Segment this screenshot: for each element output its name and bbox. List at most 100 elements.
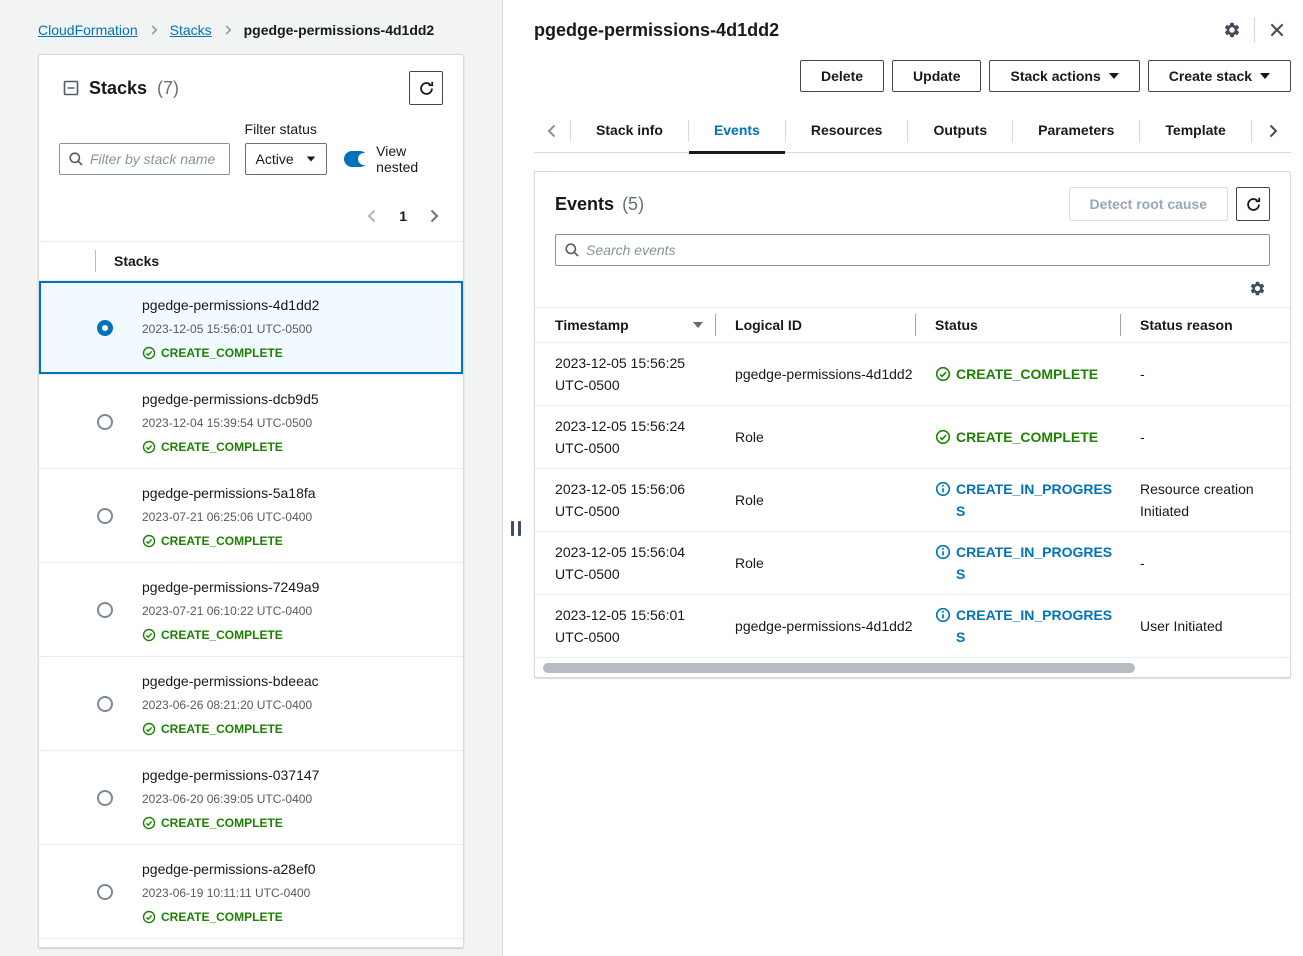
column-header-status[interactable]: Status bbox=[915, 308, 1120, 342]
status-info-icon bbox=[935, 544, 951, 560]
breadcrumb-link-cloudformation[interactable]: CloudFormation bbox=[38, 22, 138, 38]
stack-radio-button[interactable] bbox=[97, 414, 113, 430]
status-success-icon bbox=[142, 346, 156, 360]
events-table-body: 2023-12-05 15:56:25 UTC-0500pgedge-permi… bbox=[535, 343, 1290, 658]
event-status: CREATE_COMPLETE bbox=[915, 417, 1120, 457]
search-icon bbox=[564, 242, 580, 258]
events-card: Events (5) Detect root cause bbox=[534, 171, 1291, 678]
breadcrumb-link-stacks[interactable]: Stacks bbox=[170, 22, 212, 38]
stack-filter-input[interactable] bbox=[59, 143, 230, 175]
event-status-flag: CREATE_COMPLETE bbox=[935, 426, 1120, 448]
current-page-number[interactable]: 1 bbox=[389, 208, 417, 224]
view-nested-toggle[interactable] bbox=[344, 151, 369, 167]
create-stack-dropdown-button[interactable]: Create stack bbox=[1148, 60, 1291, 92]
event-status: CREATE_IN_PROGRESS bbox=[915, 595, 1120, 657]
table-preferences-gear-icon[interactable] bbox=[1249, 280, 1266, 297]
event-status: CREATE_COMPLETE bbox=[915, 354, 1120, 394]
column-header-timestamp[interactable]: Timestamp bbox=[535, 308, 715, 342]
stack-radio-button[interactable] bbox=[97, 602, 113, 618]
stack-item-body: pgedge-permissions-bdeeac 2023-06-26 08:2… bbox=[142, 671, 319, 737]
detail-panel-title: pgedge-permissions-4d1dd2 bbox=[534, 20, 1218, 41]
tab-events[interactable]: Events bbox=[689, 110, 785, 152]
events-card-header: Events (5) Detect root cause bbox=[535, 172, 1290, 234]
tabs-scroll-left-icon[interactable] bbox=[534, 110, 570, 152]
update-button[interactable]: Update bbox=[892, 60, 981, 92]
stack-list-item[interactable]: pgedge-permissions-dcb9d52023-12-04 15:3… bbox=[39, 375, 463, 469]
stack-item-body: pgedge-permissions-dcb9d52023-12-04 15:3… bbox=[142, 389, 319, 455]
panel-preferences-gear-icon[interactable] bbox=[1218, 16, 1246, 44]
stack-created-timestamp: 2023-06-26 08:21:20 UTC-0400 bbox=[142, 697, 319, 713]
status-success-icon bbox=[142, 440, 156, 454]
stack-list-column-header: Stacks bbox=[114, 253, 159, 269]
stack-name: pgedge-permissions-7249a9 bbox=[142, 577, 319, 597]
stack-radio-button[interactable] bbox=[97, 320, 113, 336]
stacks-card-header: Stacks (7) bbox=[39, 55, 463, 115]
delete-button[interactable]: Delete bbox=[800, 60, 884, 92]
status-info-icon bbox=[935, 607, 951, 623]
stack-radio-button[interactable] bbox=[97, 790, 113, 806]
stacks-pane: CloudFormation Stacks pgedge-permissions… bbox=[0, 0, 502, 956]
tab-stack-info[interactable]: Stack info bbox=[571, 110, 688, 152]
stack-list-item[interactable]: pgedge-permissions-bdeeac 2023-06-26 08:2… bbox=[39, 657, 463, 751]
stack-name: pgedge-permissions-037147 bbox=[142, 765, 319, 785]
tab-template[interactable]: Template bbox=[1140, 110, 1250, 152]
column-header-status-reason[interactable]: Status reason bbox=[1120, 308, 1290, 342]
stack-radio-button[interactable] bbox=[97, 884, 113, 900]
stack-name: pgedge-permissions-dcb9d5 bbox=[142, 389, 319, 409]
stack-filter-search bbox=[59, 143, 230, 175]
breadcrumb-current: pgedge-permissions-4d1dd2 bbox=[244, 22, 435, 38]
caret-down-icon bbox=[1109, 73, 1119, 79]
stacks-pagination: 1 bbox=[39, 175, 463, 241]
detect-root-cause-button[interactable]: Detect root cause bbox=[1069, 187, 1228, 221]
stack-status-label: CREATE_COMPLETE bbox=[161, 815, 283, 831]
column-header-logical-id[interactable]: Logical ID bbox=[715, 308, 915, 342]
refresh-stacks-button[interactable] bbox=[409, 71, 443, 105]
refresh-events-button[interactable] bbox=[1236, 187, 1270, 221]
tabs-scroll-right-icon[interactable] bbox=[1255, 110, 1291, 152]
tab-outputs[interactable]: Outputs bbox=[908, 110, 1012, 152]
event-status-label: CREATE_IN_PROGRESS bbox=[956, 604, 1120, 648]
stack-radio-button[interactable] bbox=[97, 696, 113, 712]
collapse-panel-icon[interactable] bbox=[63, 80, 79, 96]
events-search-input[interactable] bbox=[555, 234, 1270, 266]
stack-list: pgedge-permissions-4d1dd22023-12-05 15:5… bbox=[39, 281, 463, 947]
event-logical-id: Role bbox=[715, 480, 915, 520]
event-status-reason: - bbox=[1120, 417, 1290, 457]
event-status-reason: - bbox=[1120, 543, 1290, 583]
horizontal-scrollbar-thumb[interactable] bbox=[543, 663, 1135, 673]
status-success-icon bbox=[142, 910, 156, 924]
close-panel-icon[interactable] bbox=[1263, 16, 1291, 44]
status-success-icon bbox=[935, 429, 951, 445]
event-status-label: CREATE_COMPLETE bbox=[956, 363, 1098, 385]
stack-status: CREATE_COMPLETE bbox=[142, 909, 316, 925]
tab-parameters[interactable]: Parameters bbox=[1013, 110, 1139, 152]
stack-actions-dropdown-button[interactable]: Stack actions bbox=[989, 60, 1139, 92]
filter-status-select[interactable]: Active bbox=[245, 143, 327, 175]
panel-resize-handle[interactable] bbox=[511, 521, 521, 536]
stacks-filters: Filter status Active View nested bbox=[39, 115, 463, 175]
stack-list-item[interactable]: pgedge-permissions-4d1dd22023-12-05 15:5… bbox=[39, 281, 463, 375]
stack-list-item[interactable]: pgedge-permissions-7249a9 2023-07-21 06:1… bbox=[39, 563, 463, 657]
event-row: 2023-12-05 15:56:01 UTC-0500pgedge-permi… bbox=[535, 595, 1290, 658]
event-status: CREATE_IN_PROGRESS bbox=[915, 469, 1120, 531]
stack-name: pgedge-permissions-a28ef0 bbox=[142, 859, 316, 879]
previous-page-button[interactable] bbox=[361, 205, 383, 227]
stack-list-item[interactable]: pgedge-permissions-a28ef02023-06-19 10:1… bbox=[39, 845, 463, 939]
stack-created-timestamp: 2023-07-21 06:10:22 UTC-0400 bbox=[142, 603, 319, 619]
stack-status: CREATE_COMPLETE bbox=[142, 439, 319, 455]
event-logical-id: pgedge-permissions-4d1dd2 bbox=[715, 606, 915, 646]
stack-list-item[interactable]: pgedge-permissions-0371472023-06-20 06:3… bbox=[39, 751, 463, 845]
stacks-title: Stacks bbox=[89, 78, 147, 99]
status-info-icon bbox=[935, 481, 951, 497]
event-status-reason: - bbox=[1120, 354, 1290, 394]
tab-resources[interactable]: Resources bbox=[786, 110, 908, 152]
status-success-icon bbox=[935, 366, 951, 382]
stack-name: pgedge-permissions-bdeeac bbox=[142, 671, 319, 691]
next-page-button[interactable] bbox=[423, 205, 445, 227]
stack-status: CREATE_COMPLETE bbox=[142, 345, 319, 361]
stack-list-item[interactable]: pgedge-permissions-5a18fa2023-07-21 06:2… bbox=[39, 469, 463, 563]
stack-status: CREATE_COMPLETE bbox=[142, 815, 319, 831]
stack-radio-button[interactable] bbox=[97, 508, 113, 524]
stack-item-body: pgedge-permissions-0371472023-06-20 06:3… bbox=[142, 765, 319, 831]
stack-status-label: CREATE_COMPLETE bbox=[161, 345, 283, 361]
